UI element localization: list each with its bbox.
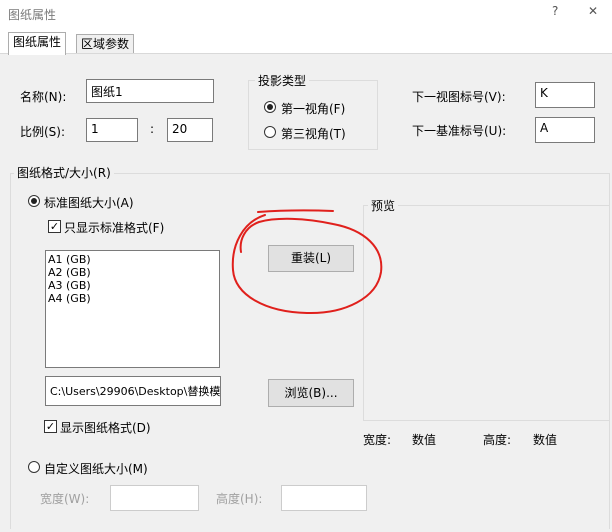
scale-denominator-input[interactable]: 20: [167, 118, 213, 142]
format-listbox[interactable]: A1 (GB) A2 (GB) A3 (GB) A4 (GB): [45, 250, 220, 368]
show-format-checkbox[interactable]: ✓: [44, 420, 57, 433]
help-button[interactable]: ?: [552, 4, 558, 18]
preview-area: [363, 205, 610, 421]
list-item[interactable]: A1 (GB): [46, 253, 219, 266]
first-angle-radio[interactable]: [264, 101, 276, 113]
standard-size-label: 标准图纸大小(A): [44, 196, 134, 210]
preview-height-label: 高度:: [483, 433, 512, 447]
format-path-input[interactable]: C:\Users\29906\Desktop\替换模: [45, 376, 221, 406]
custom-width-input[interactable]: [110, 485, 199, 511]
only-standard-checkbox[interactable]: ✓: [48, 220, 61, 233]
preview-width-value: 数值: [412, 433, 437, 447]
next-view-label: 下一视图标号(V):: [412, 90, 506, 104]
third-angle-radio[interactable]: [264, 126, 276, 138]
custom-size-radio[interactable]: [28, 461, 40, 473]
custom-height-input[interactable]: [281, 485, 367, 511]
list-item[interactable]: A4 (GB): [46, 292, 219, 305]
close-button[interactable]: ✕: [588, 4, 598, 18]
name-input[interactable]: 图纸1: [86, 79, 214, 103]
next-datum-input[interactable]: A: [535, 117, 595, 143]
projection-group-title: 投影类型: [255, 72, 310, 89]
red-circle-annotation: [231, 209, 383, 315]
tab-zone-parameters[interactable]: 区域参数: [76, 34, 135, 54]
sheet-format-group-title: 图纸格式/大小(R): [14, 164, 114, 181]
scale-numerator-input[interactable]: 1: [86, 118, 138, 142]
custom-height-label: 高度(H):: [216, 492, 263, 506]
preview-width-label: 宽度:: [363, 433, 392, 447]
only-standard-label: 只显示标准格式(F): [64, 221, 165, 235]
list-item[interactable]: A2 (GB): [46, 266, 219, 279]
list-item[interactable]: A3 (GB): [46, 279, 219, 292]
custom-size-label: 自定义图纸大小(M): [44, 462, 148, 476]
name-label: 名称(N):: [20, 90, 67, 104]
browse-button[interactable]: 浏览(B)...: [268, 379, 354, 407]
show-format-label: 显示图纸格式(D): [60, 421, 151, 435]
third-angle-label: 第三视角(T): [281, 127, 346, 141]
first-angle-label: 第一视角(F): [281, 102, 346, 116]
preview-height-value: 数值: [533, 433, 558, 447]
window-title: 图纸属性: [8, 8, 57, 22]
standard-size-radio[interactable]: [28, 195, 40, 207]
scale-label: 比例(S):: [20, 125, 66, 139]
tab-sheet-properties[interactable]: 图纸属性: [8, 32, 67, 55]
next-datum-label: 下一基准标号(U):: [412, 124, 507, 138]
next-view-input[interactable]: K: [535, 82, 595, 108]
scale-colon: :: [150, 122, 155, 136]
title-bar: [0, 0, 612, 30]
custom-width-label: 宽度(W):: [40, 492, 90, 506]
